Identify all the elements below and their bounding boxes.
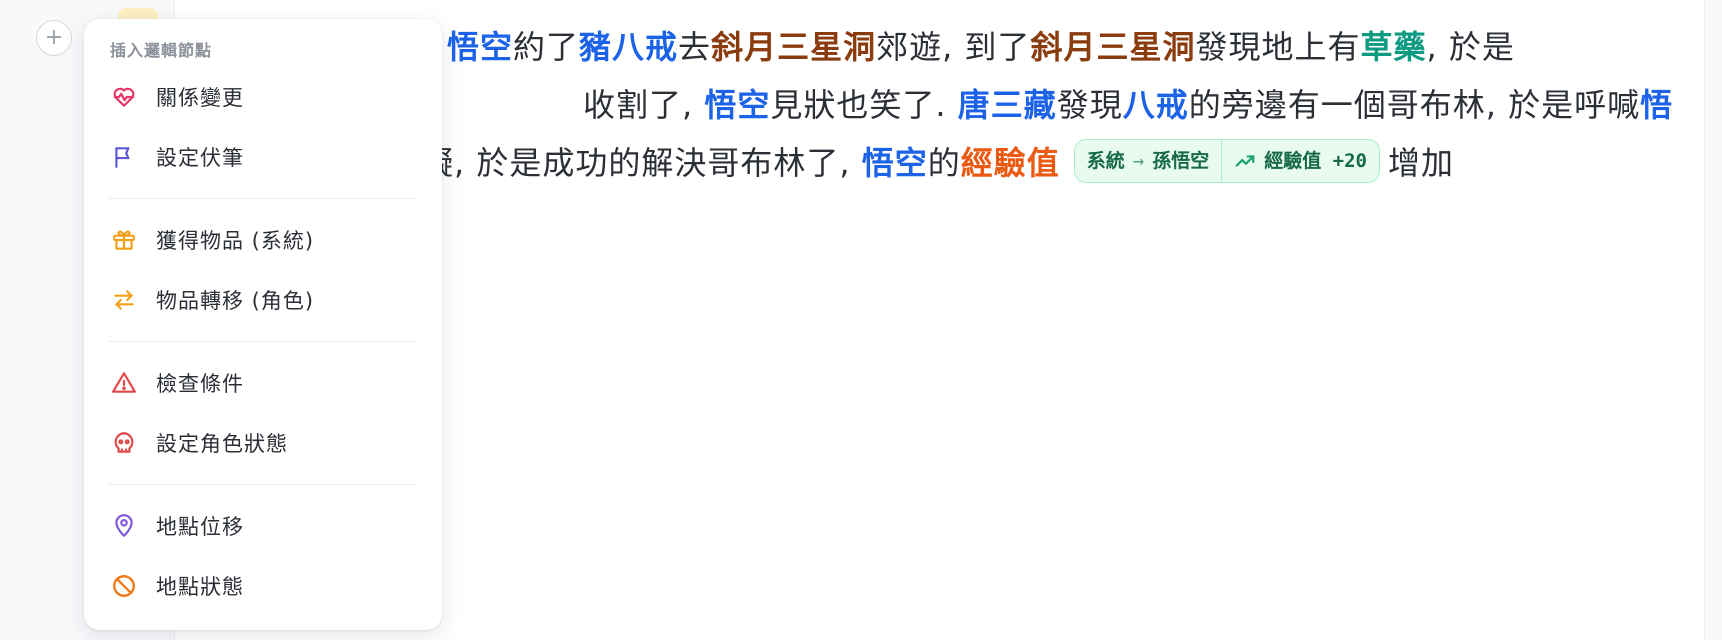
chip-stat: 經驗值 +20 <box>1221 140 1379 182</box>
chip-to: 孫悟空 <box>1152 150 1210 172</box>
character-mention[interactable]: 悟 <box>1640 86 1673 124</box>
menu-item-label: 關係變更 <box>156 86 244 110</box>
insert-logic-node-menu: 插入邏輯節點 關係變更設定伏筆獲得物品 (系統) 物品轉移 (角色) 檢查條件設定角… <box>84 19 442 630</box>
menu-divider <box>108 198 418 199</box>
menu-item-label: 物品轉移 (角色) <box>156 289 315 313</box>
map-pin-icon <box>110 512 138 540</box>
flag-icon <box>110 143 138 171</box>
menu-item[interactable]: 物品轉移 (角色) <box>84 270 442 330</box>
item-mention[interactable]: 草藥 <box>1360 28 1426 66</box>
story-text-run: 的旁邊有一個哥布林, 於是呼喊 <box>1188 86 1641 124</box>
menu-item[interactable]: 設定角色狀態 <box>84 413 442 473</box>
add-node-button[interactable]: + <box>36 20 72 56</box>
trending-up-icon <box>1234 150 1256 172</box>
menu-item[interactable]: 關係變更 <box>84 67 442 127</box>
story-text-run: 增加 <box>1388 144 1455 182</box>
gift-icon <box>110 226 138 254</box>
story-line: 悟空約了豬八戒去斜月三星洞郊遊, 到了斜月三星洞發現地上有草藥, 於是 <box>447 18 1515 76</box>
warning-triangle-icon <box>110 369 138 397</box>
menu-item-label: 設定角色狀態 <box>156 432 288 456</box>
story-text-run: 去 <box>678 28 712 66</box>
chip-stat-text: 經驗值 +20 <box>1264 150 1367 172</box>
skull-icon <box>110 429 138 457</box>
menu-item-label: 設定伏筆 <box>156 146 244 170</box>
right-border <box>1704 0 1705 640</box>
story-text-run: 發現地上有 <box>1195 28 1361 66</box>
menu-item-label: 地點位移 <box>156 515 244 539</box>
character-mention[interactable]: 唐三藏 <box>958 86 1057 124</box>
arrow-right-icon: → <box>1132 150 1145 172</box>
character-mention[interactable]: 豬八戒 <box>579 28 678 66</box>
story-line: 收割了, 悟空見狀也笑了. 唐三藏發現八戒的旁邊有一個哥布林, 於是呼喊悟 <box>583 76 1673 134</box>
story-text-run: 郊遊, 到了 <box>876 28 1031 66</box>
menu-item-label: 獲得物品 (系統) <box>156 229 315 253</box>
swap-arrows-icon <box>110 286 138 314</box>
menu-divider <box>108 484 418 485</box>
menu-title: 插入邏輯節點 <box>110 41 213 60</box>
story-line: 礙, 於是成功的解決哥布林了, 悟空的經驗值 系統 → 孫悟空 經驗值 +20 增加 <box>421 134 1454 192</box>
story-text-run: 約了 <box>513 28 580 66</box>
story-text-run: 收割了, <box>583 86 705 124</box>
story-text-run: , 於是 <box>1426 28 1515 66</box>
character-mention[interactable]: 八戒 <box>1123 86 1189 124</box>
chip-transfer: 系統 → 孫悟空 <box>1075 140 1221 182</box>
story-text-run: 礙, 於是成功的解決哥布林了, <box>421 144 862 182</box>
menu-item[interactable]: 地點狀態 <box>84 556 442 616</box>
menu-item[interactable]: 設定伏筆 <box>84 127 442 187</box>
place-mention[interactable]: 斜月三星洞 <box>711 28 876 66</box>
chip-from: 系統 <box>1086 150 1125 172</box>
character-mention[interactable]: 悟空 <box>447 28 513 66</box>
heart-pulse-icon <box>110 83 138 111</box>
character-mention[interactable]: 悟空 <box>862 144 928 182</box>
story-text-run: 發現 <box>1056 86 1123 124</box>
stat-mention[interactable]: 經驗值 <box>961 144 1060 182</box>
ban-circle-icon <box>110 572 138 600</box>
character-mention[interactable]: 悟空 <box>704 86 770 124</box>
menu-item[interactable]: 獲得物品 (系統) <box>84 210 442 270</box>
stat-change-chip[interactable]: 系統 → 孫悟空 經驗值 +20 <box>1073 139 1380 183</box>
menu-item-label: 檢查條件 <box>156 372 244 396</box>
story-text-run: 見狀也笑了. <box>770 86 958 124</box>
menu-item[interactable]: 地點位移 <box>84 496 442 556</box>
menu-divider <box>108 341 418 342</box>
place-mention[interactable]: 斜月三星洞 <box>1030 28 1195 66</box>
menu-item[interactable]: 檢查條件 <box>84 353 442 413</box>
menu-item-label: 地點狀態 <box>156 575 244 599</box>
story-text-run: 的 <box>927 144 961 182</box>
